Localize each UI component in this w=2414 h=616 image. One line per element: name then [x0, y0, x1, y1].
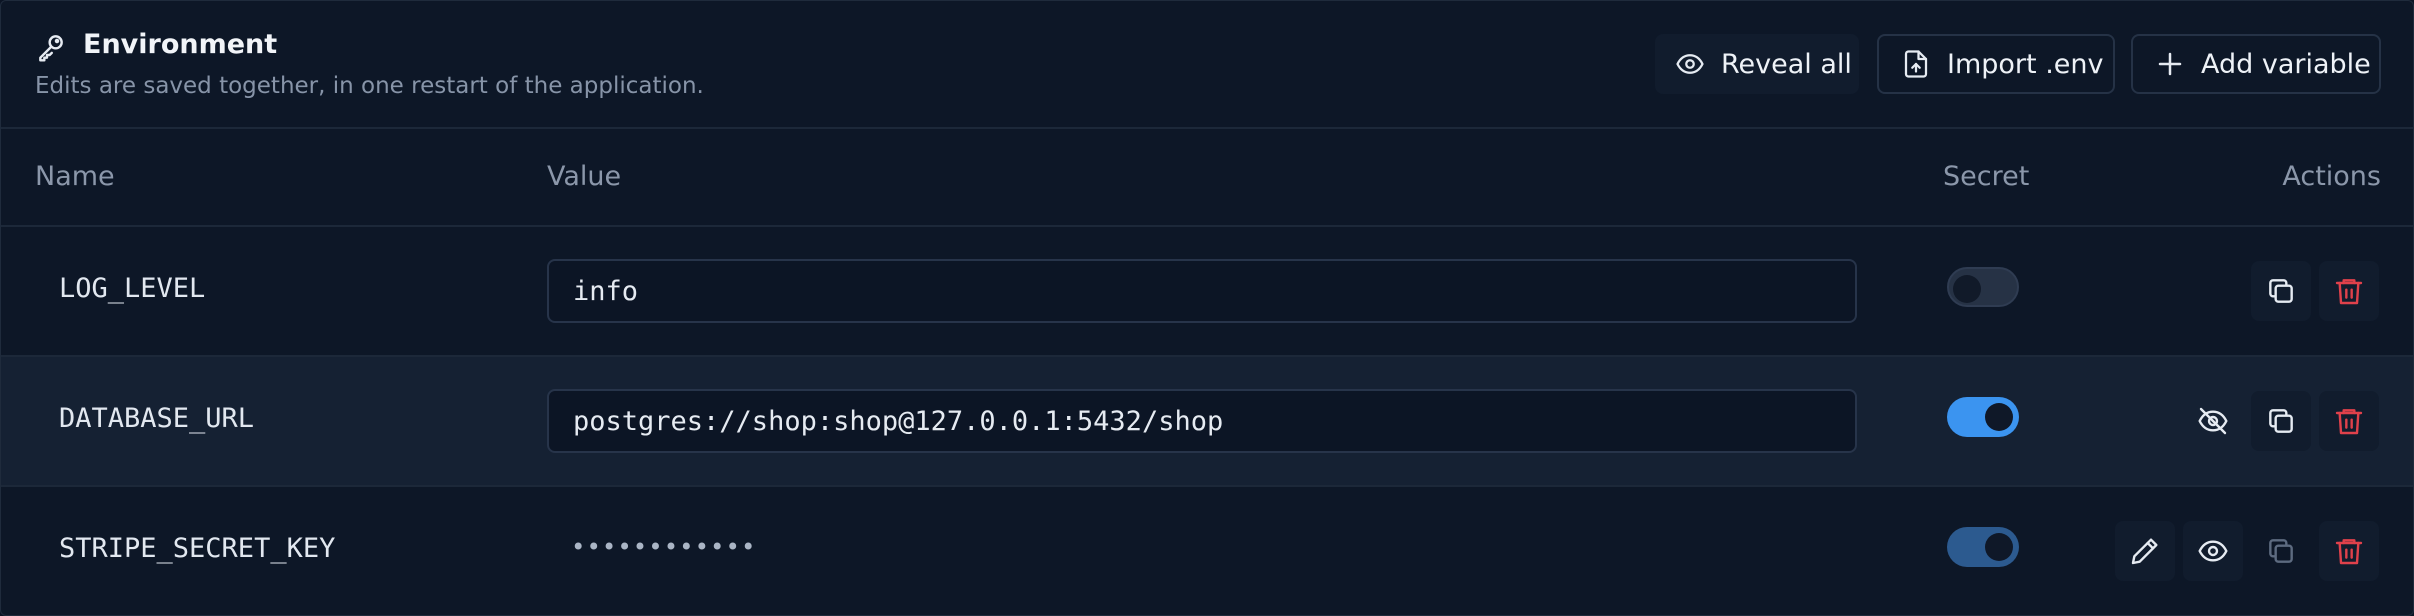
page-subtitle: Edits are saved together, in one restart… [35, 73, 704, 99]
eye-icon [2198, 540, 2228, 562]
pencil-icon [2131, 538, 2158, 565]
secret-toggle[interactable] [1947, 527, 2019, 567]
column-header-name: Name [35, 161, 115, 192]
import-env-label: Import .env [1947, 48, 2104, 80]
page-title: Environment [83, 29, 278, 60]
edit-button[interactable] [2115, 521, 2175, 581]
import-env-button[interactable]: Import .env [1877, 34, 2115, 94]
column-header-secret: Secret [1943, 161, 2030, 192]
copy-button[interactable] [2251, 391, 2311, 451]
file-upload-icon [1904, 50, 1928, 78]
copy-icon [2269, 409, 2293, 433]
eye-off-icon [2198, 407, 2228, 435]
copy-button[interactable] [2251, 521, 2311, 581]
copy-icon [2269, 279, 2293, 303]
delete-button[interactable] [2319, 521, 2379, 581]
variable-name: STRIPE_SECRET_KEY [59, 533, 336, 564]
column-header-actions: Actions [2282, 161, 2381, 192]
variable-value-input[interactable] [547, 259, 1857, 323]
delete-button[interactable] [2319, 261, 2379, 321]
reveal-all-button[interactable]: Reveal all [1655, 34, 1859, 94]
add-variable-button[interactable]: Add variable [2131, 34, 2381, 94]
masked-value: •••••••••••• [571, 533, 757, 561]
variable-value-input[interactable] [547, 389, 1857, 453]
reveal-value-button[interactable] [2183, 521, 2243, 581]
secret-toggle[interactable] [1947, 267, 2019, 307]
hide-value-button[interactable] [2183, 391, 2243, 451]
trash-icon [2335, 279, 2363, 305]
copy-icon [2269, 539, 2293, 563]
trash-icon [2335, 539, 2363, 565]
column-header-value: Value [547, 161, 622, 192]
copy-button[interactable] [2251, 261, 2311, 321]
delete-button[interactable] [2319, 391, 2379, 451]
toggle-knob [1985, 533, 2013, 561]
add-variable-label: Add variable [2201, 48, 2371, 80]
secret-toggle[interactable] [1947, 397, 2019, 437]
reveal-all-label: Reveal all [1721, 48, 1852, 80]
toggle-knob [1953, 275, 1981, 303]
plus-icon [2158, 52, 2182, 76]
table-row: LOG_LEVEL [1, 227, 2413, 357]
eye-icon [1676, 54, 1704, 74]
table-row: STRIPE_SECRET_KEY •••••••••••• [1, 487, 2413, 615]
key-icon [39, 35, 63, 62]
panel-header: Environment Edits are saved together, in… [1, 1, 2413, 129]
trash-icon [2335, 409, 2363, 435]
table-row: DATABASE_URL [1, 357, 2413, 487]
toggle-knob [1985, 403, 2013, 431]
variable-name: LOG_LEVEL [59, 273, 206, 304]
environment-panel: Environment Edits are saved together, in… [0, 0, 2414, 616]
variable-name: DATABASE_URL [59, 403, 255, 434]
